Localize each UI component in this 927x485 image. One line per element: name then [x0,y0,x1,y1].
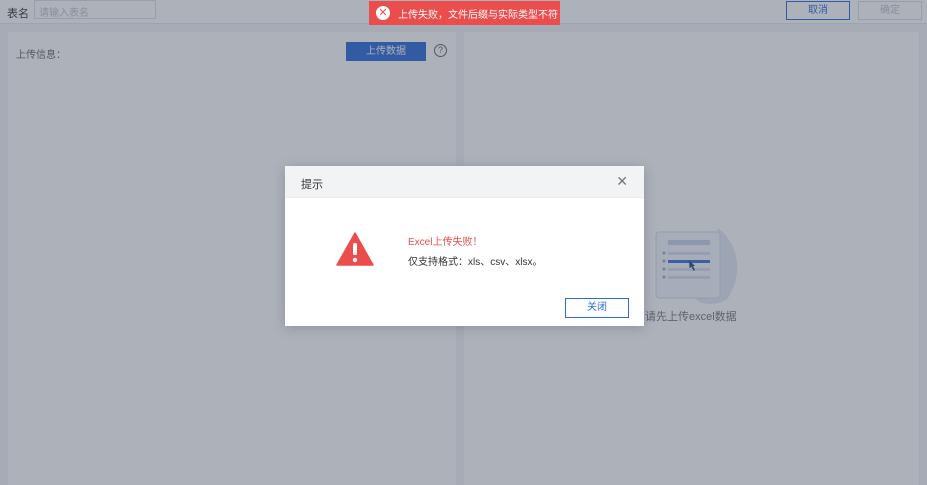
warning-triangle-icon [336,232,374,266]
app-root: 表名 请输入表名 取消 确定 上传信息： 上传数据 ? 请先上传excel数据 [0,0,927,485]
error-toast: ✕ 上传失败，文件后缀与实际类型不符 [369,1,560,25]
close-icon[interactable]: ✕ [616,173,628,190]
toast-message: 上传失败，文件后缀与实际类型不符 [398,9,558,21]
close-circle-icon: ✕ [376,6,390,20]
alert-dialog: 提示 ✕ Excel上传失败！ 仅支持格式：xls、csv、xlsx。 关闭 [285,166,644,326]
dialog-title: 提示 [301,179,323,191]
dialog-message: 仅支持格式：xls、csv、xlsx。 [408,257,543,268]
dialog-header: 提示 ✕ [285,166,644,198]
dialog-error-text: Excel上传失败！ [408,237,483,248]
dialog-close-button[interactable]: 关闭 [565,298,629,318]
